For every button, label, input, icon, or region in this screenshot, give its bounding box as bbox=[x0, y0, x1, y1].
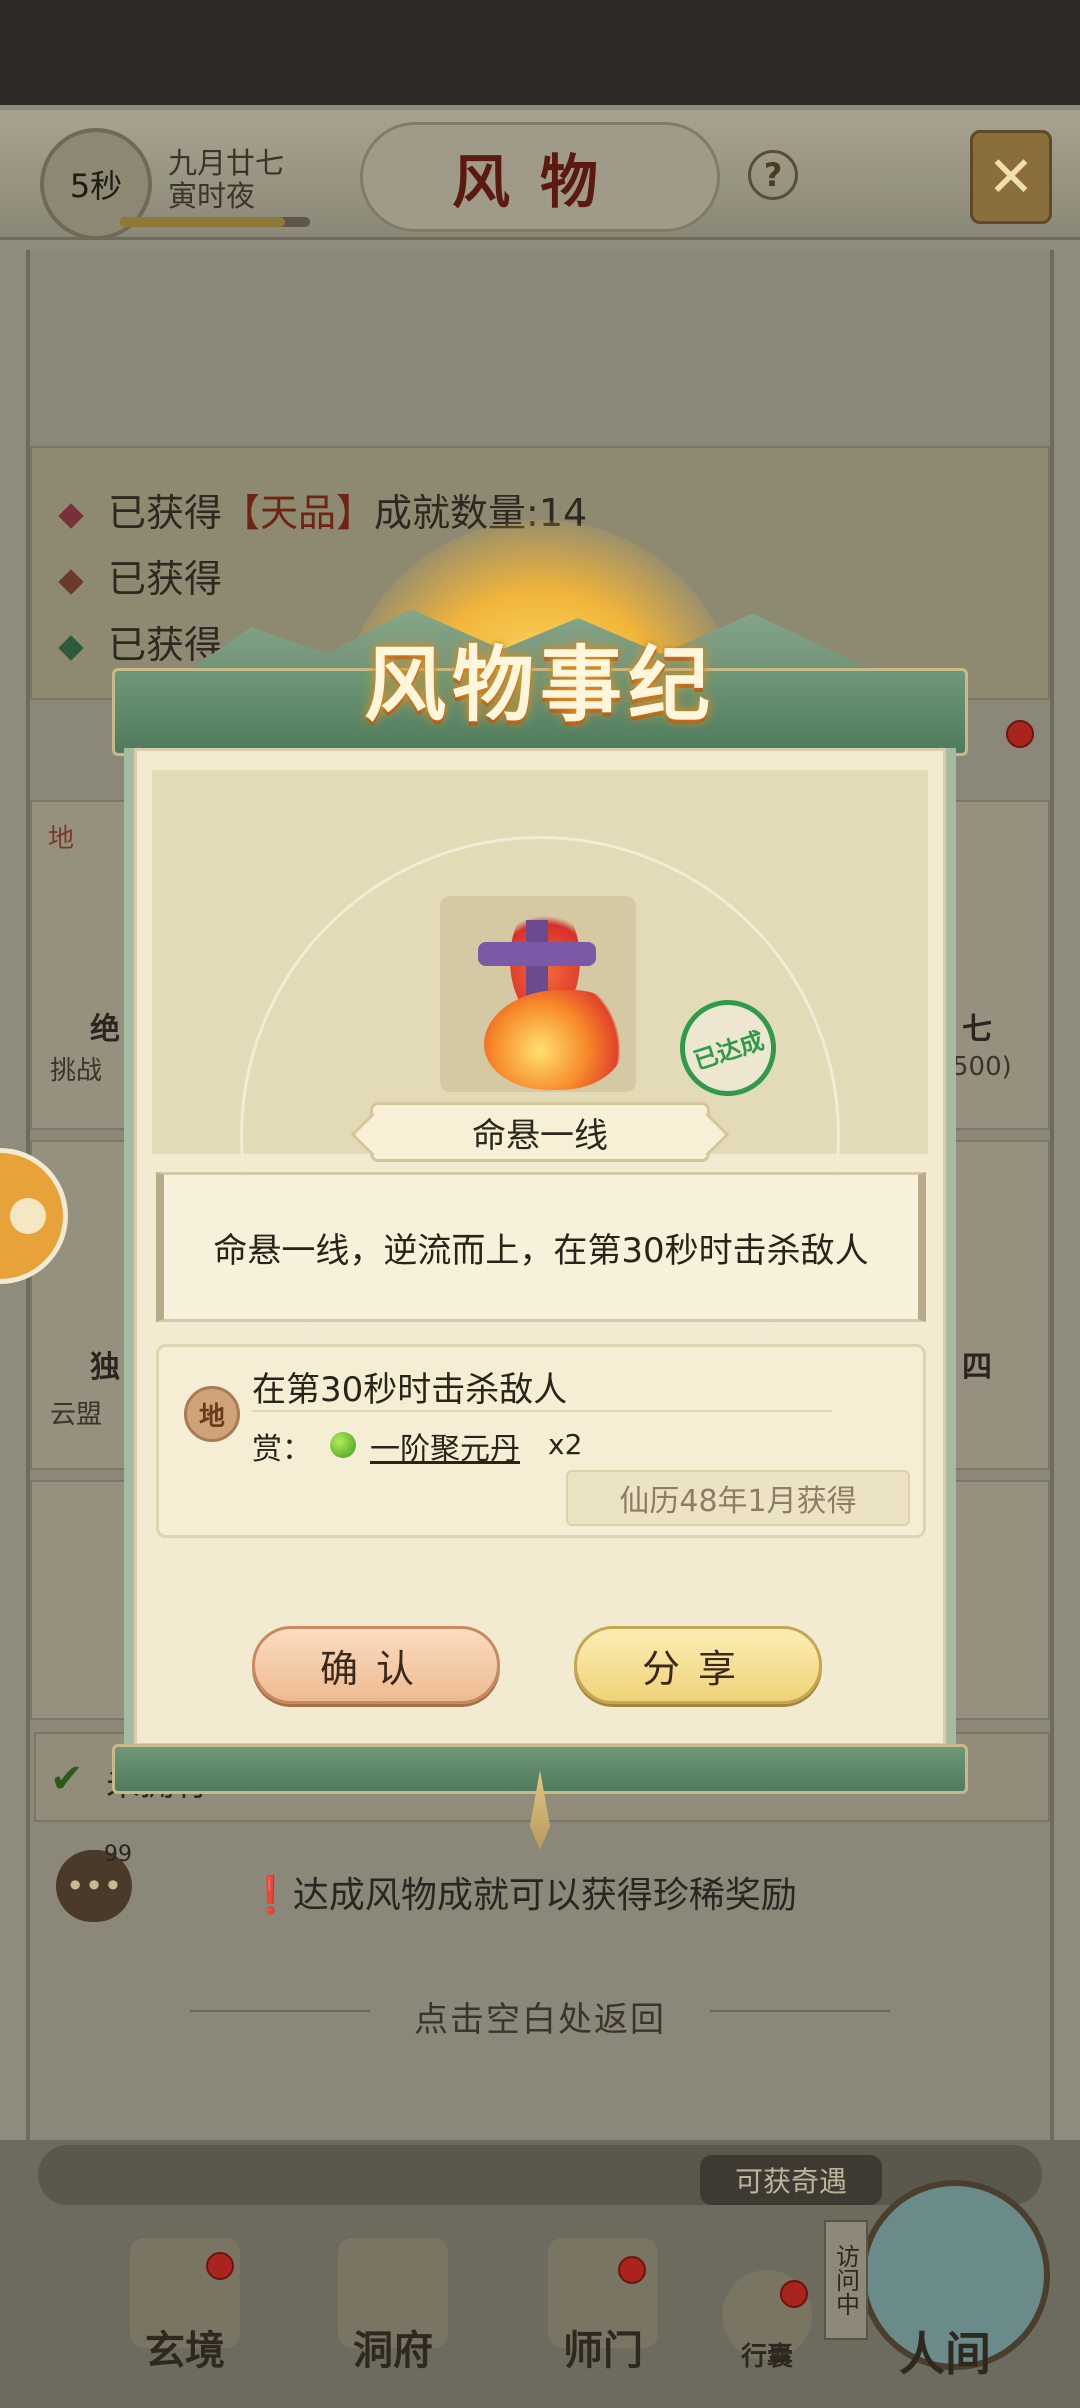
stat-grade: 【天品】 bbox=[222, 491, 375, 535]
nav-xuanjing[interactable]: 玄境 bbox=[110, 2318, 260, 2376]
time-progress-fill bbox=[120, 217, 286, 227]
card-title: 四 bbox=[962, 1350, 992, 1385]
card-subtitle: 挑战 bbox=[50, 1056, 103, 1086]
stat-row-3: 已获得 bbox=[58, 614, 222, 669]
stamp-text: 已达成 bbox=[690, 1025, 768, 1075]
help-button[interactable]: ? bbox=[748, 150, 798, 200]
notification-dot bbox=[1006, 720, 1034, 748]
achievement-name-text: 命悬一线 bbox=[472, 1115, 608, 1156]
sword-guard bbox=[478, 942, 596, 966]
card-title: 独 bbox=[90, 1350, 120, 1385]
obtained-date: 仙历48年1月获得 bbox=[566, 1470, 910, 1526]
lunar-hour: 寅时夜 bbox=[168, 179, 256, 213]
achievement-name: 命悬一线 bbox=[370, 1102, 710, 1162]
nav-xingnang[interactable]: 行囊 bbox=[692, 2336, 842, 2373]
close-icon: ✕ bbox=[987, 144, 1035, 210]
page-title: 风物 bbox=[360, 122, 720, 232]
diamond-icon bbox=[58, 502, 84, 529]
stat-prefix: 已获得 bbox=[108, 557, 223, 601]
reward-label: 赏： bbox=[252, 1432, 312, 1467]
divider-left bbox=[190, 2010, 370, 2012]
visiting-tag: 访问中 bbox=[824, 2220, 868, 2340]
notification-dot bbox=[618, 2256, 646, 2284]
reward-hint: ❗达成风物成就可以获得珍稀奖励 bbox=[248, 1875, 797, 1916]
notification-dot bbox=[780, 2280, 808, 2308]
notification-dot bbox=[206, 2252, 234, 2280]
nav-shimen[interactable]: 师门 bbox=[528, 2318, 678, 2376]
chat-bubble-icon: ••• bbox=[65, 1867, 123, 1905]
timer-text: 5秒 bbox=[69, 167, 123, 205]
card-title: 绝 bbox=[90, 1012, 120, 1047]
tap-blank-to-return[interactable]: 点击空白处返回 bbox=[414, 1992, 666, 2041]
confirm-button[interactable]: 确认 bbox=[252, 1626, 500, 1704]
bottom-nav-frame bbox=[38, 2145, 1042, 2205]
share-label: 分享 bbox=[641, 1646, 754, 1691]
stat-row-2: 已获得 bbox=[58, 548, 223, 603]
confirm-label: 确认 bbox=[319, 1646, 432, 1691]
description-text: 命悬一线，逆流而上，在第30秒时击杀敌人 bbox=[213, 1230, 869, 1271]
encounter-available-tag[interactable]: 可获奇遇 bbox=[700, 2155, 882, 2205]
card-subtitle: 云盟 bbox=[50, 1400, 103, 1430]
divider-right bbox=[710, 2010, 890, 2012]
close-button[interactable]: ✕ bbox=[970, 130, 1052, 224]
diamond-icon bbox=[58, 634, 84, 661]
gamepad-icon bbox=[10, 1198, 46, 1234]
achievement-card-right-mid[interactable] bbox=[950, 1140, 1050, 1470]
reward-item-link[interactable]: 一阶聚元丹 bbox=[370, 1424, 520, 1468]
achievement-description: 命悬一线，逆流而上，在第30秒时击杀敌人 bbox=[156, 1172, 926, 1322]
grade-badge: 地 bbox=[184, 1386, 240, 1442]
card-title: 七 bbox=[962, 1012, 992, 1047]
card-grade-tag: 地 bbox=[48, 824, 75, 854]
share-button[interactable]: 分享 bbox=[574, 1626, 822, 1704]
card-subtitle: 500) bbox=[952, 1052, 1012, 1082]
task-condition: 在第30秒时击杀敌人 bbox=[252, 1370, 568, 1410]
reward-quantity: x2 bbox=[548, 1428, 583, 1461]
reward-hint-text: 达成风物成就可以获得珍稀奖励 bbox=[292, 1875, 797, 1916]
chat-count-badge: 99 bbox=[104, 1842, 132, 1867]
checkbox-checked-icon[interactable]: ✔ bbox=[50, 1756, 92, 1802]
diamond-icon bbox=[58, 568, 84, 595]
stat-prefix: 已获得 bbox=[108, 491, 223, 535]
nav-dongfu[interactable]: 洞府 bbox=[318, 2318, 468, 2376]
nav-renjian[interactable]: 人间 bbox=[870, 2318, 1020, 2384]
task-divider bbox=[252, 1410, 832, 1412]
elixir-pill-icon bbox=[330, 1432, 356, 1458]
modal-title: 风物事纪 bbox=[363, 637, 716, 733]
